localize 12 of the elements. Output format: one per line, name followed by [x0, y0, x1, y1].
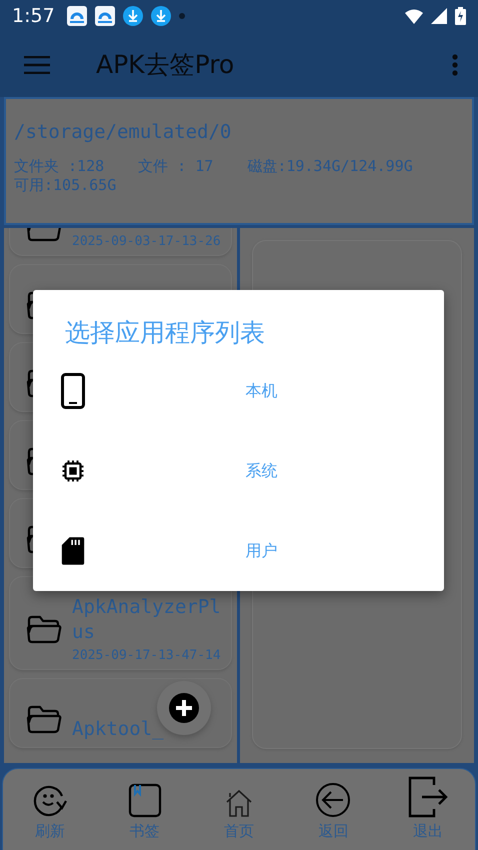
dialog-title: 选择应用程序列表 [65, 317, 266, 349]
folder-count: 文件夹 :128 [14, 157, 104, 176]
path-text: /storage/emulated/0 [14, 121, 232, 143]
app-title: APK去签Pro [96, 49, 236, 81]
file-count: 文件 : 17 [138, 157, 214, 176]
disk-usage: 磁盘:19.34G/124.99G [247, 157, 413, 176]
folder-date: 2025-09-03-17-13-26 [72, 234, 221, 249]
free-space: 可用:105.65G [14, 176, 116, 194]
clock-time: 1:57 [12, 5, 55, 27]
folder-name: Apktool_ [72, 716, 164, 742]
folder-date: 2025-09-17-13-47-14 [72, 648, 221, 664]
folder-name: ApkAnalyzerPlus [72, 595, 222, 644]
